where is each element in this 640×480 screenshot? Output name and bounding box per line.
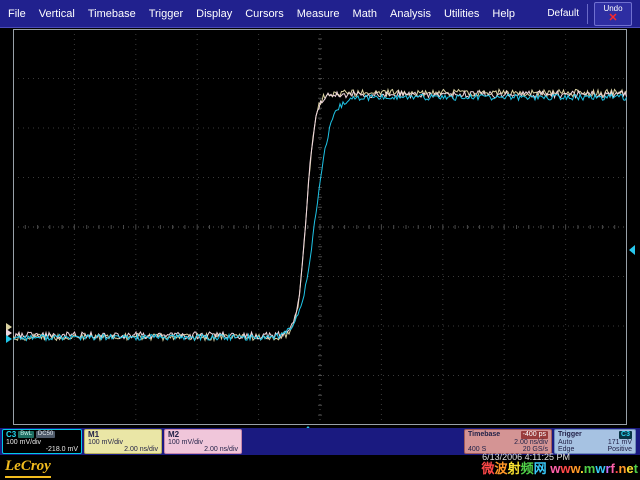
status-bar: C3 BwL DC50 100 mV/div -218.0 mV M1 100 … [0,428,640,455]
footer-bar: LeCroy 6/13/2006 4:11:25 PM 微波射频网 www.mw… [0,455,640,480]
coupling-badge: DC50 [36,431,55,438]
setup-default-label[interactable]: Default [547,8,579,19]
watermark: 微波射频网 www.mwrf.net [482,458,638,477]
channel-descriptor-c3[interactable]: C3 BwL DC50 100 mV/div -218.0 mV [2,429,82,454]
menu-cursors[interactable]: Cursors [245,8,284,20]
menu-file[interactable]: File [8,8,26,20]
menu-bar-right: Default Undo ✕ [547,2,632,26]
menu-math[interactable]: Math [353,8,377,20]
c3-offset-marker[interactable] [6,335,12,343]
c3-label: C3 [6,431,16,439]
timebase-scale: 2.00 ns/div [514,439,548,447]
m2-timebase: 2.00 ns/div [204,446,238,454]
watermark-char: 射 [508,461,521,476]
timebase-label: Timebase [468,431,500,439]
menu-vertical[interactable]: Vertical [39,8,75,20]
m1-scale: 100 mV/div [88,439,123,447]
undo-button[interactable]: Undo ✕ [594,2,632,26]
menu-separator [587,4,588,24]
trigger-level-marker[interactable] [629,245,635,255]
watermark-char: m [584,461,596,476]
trace-descriptor-m1[interactable]: M1 100 mV/div 2.00 ns/div [84,429,162,454]
menu-help[interactable]: Help [492,8,515,20]
trigger-level: 171 mV [608,439,632,447]
watermark-char: w [560,461,570,476]
menu-measure[interactable]: Measure [297,8,340,20]
watermark-char: w [550,461,560,476]
menu-timebase[interactable]: Timebase [88,8,136,20]
waveform-grid [13,29,627,425]
m1-timebase: 2.00 ns/div [124,446,158,454]
bandwidth-limit-badge: BwL [18,431,34,438]
watermark-char: w [595,461,605,476]
trigger-mode: Auto [558,439,572,447]
watermark-char: t [634,461,638,476]
m1-label: M1 [88,431,99,439]
trace-descriptor-m2[interactable]: M2 100 mV/div 2.00 ns/div [164,429,242,454]
oscilloscope-screen: File Vertical Timebase Trigger Display C… [0,0,640,480]
red-x-icon: ✕ [608,13,617,23]
trigger-source-chip: C3 [619,431,632,439]
menu-analysis[interactable]: Analysis [390,8,431,20]
timebase-descriptor[interactable]: Timebase -400 ps 2.00 ns/div 400 S 20 GS… [464,429,552,454]
trigger-descriptor[interactable]: Trigger C3 Auto 171 mV Edge Positive [554,429,636,454]
trigger-label: Trigger [558,431,582,439]
watermark-char: e [626,461,633,476]
trigger-slope: Positive [607,446,632,454]
c3-offset: -218.0 mV [46,446,78,454]
lecroy-logo: LeCroy [5,458,51,478]
m2-label: M2 [168,431,179,439]
c3-scale: 100 mV/div [6,439,41,447]
timebase-delay: -400 ps [521,431,548,439]
menu-bar: File Vertical Timebase Trigger Display C… [0,0,640,28]
waveform-display [0,28,640,428]
watermark-char: 波 [495,461,508,476]
watermark-char: 频 [521,461,534,476]
watermark-char: 网 [534,461,547,476]
watermark-char: w [570,461,580,476]
m2-scale: 100 mV/div [168,439,203,447]
menu-trigger[interactable]: Trigger [149,8,183,20]
watermark-char: 微 [482,461,495,476]
menu-utilities[interactable]: Utilities [444,8,479,20]
menu-display[interactable]: Display [196,8,232,20]
